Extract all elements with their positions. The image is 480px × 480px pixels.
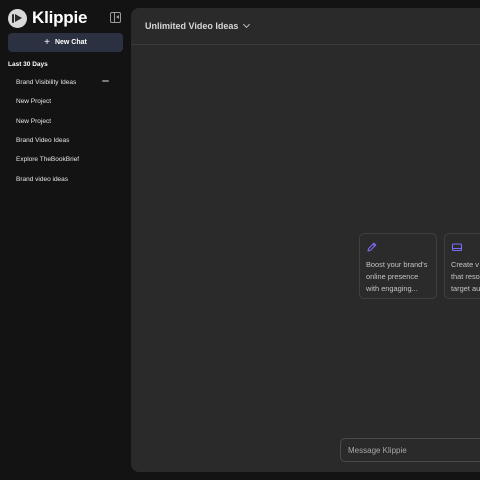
brand[interactable]: Klippie — [8, 8, 87, 28]
suggestion-card[interactable]: Create v that reso target au — [444, 233, 480, 299]
chat-item[interactable]: New Project — [0, 112, 131, 131]
suggestion-text: online presence — [366, 272, 419, 282]
chat-item-label: Brand Video Ideas — [16, 137, 70, 145]
pencil-icon — [367, 242, 377, 252]
chat-item[interactable]: Brand Visibility Ideas — [0, 73, 131, 92]
suggestion-text: Create v — [451, 260, 479, 269]
chat-item[interactable]: New Project — [0, 92, 131, 111]
chat-item-label: Brand Visibility Ideas — [16, 79, 77, 87]
suggestion-text: target au — [451, 284, 480, 294]
topbar: Unlimited Video Ideas — [131, 8, 480, 45]
brand-name: Klippie — [32, 8, 88, 27]
play-logo-icon — [8, 8, 27, 28]
sidebar: Klippie + New Chat Last 30 Days Brand Vi… — [0, 0, 131, 480]
message-input[interactable] — [348, 445, 480, 455]
chat-item-label: New Project — [16, 98, 52, 106]
chat-item[interactable]: Explore TheBookBrief — [0, 150, 131, 169]
new-chat-label: New Chat — [54, 39, 87, 46]
chat-item[interactable]: Brand video ideas — [0, 169, 131, 188]
more-options-icon[interactable] — [102, 80, 109, 82]
model-label: Unlimited Video Ideas — [145, 21, 239, 31]
suggestion-text: that reso — [451, 272, 480, 282]
chat-item-label: Explore TheBookBrief — [16, 156, 80, 164]
suggestion-text: Boost your brand's — [366, 260, 428, 269]
message-composer — [340, 438, 480, 462]
chevron-down-icon — [243, 20, 251, 29]
model-selector[interactable]: Unlimited Video Ideas — [145, 20, 251, 31]
chat-item[interactable]: Brand Video Ideas — [0, 131, 131, 150]
plus-icon: + — [44, 36, 50, 48]
chat-item-label: Brand video ideas — [16, 175, 69, 183]
collapse-sidebar-icon[interactable] — [110, 12, 121, 23]
suggestion-text: with engaging... — [366, 284, 418, 294]
chat-item-label: New Project — [16, 117, 52, 125]
suggestion-card[interactable]: Boost your brand's online presence with … — [359, 233, 437, 299]
main-panel: Unlimited Video Ideas Boost your brand's… — [131, 8, 480, 472]
section-title: Last 30 Days — [8, 61, 48, 68]
image-icon — [451, 243, 463, 252]
chat-list: Brand Visibility Ideas New Project New P… — [0, 73, 131, 189]
new-chat-button[interactable]: + New Chat — [8, 33, 123, 52]
